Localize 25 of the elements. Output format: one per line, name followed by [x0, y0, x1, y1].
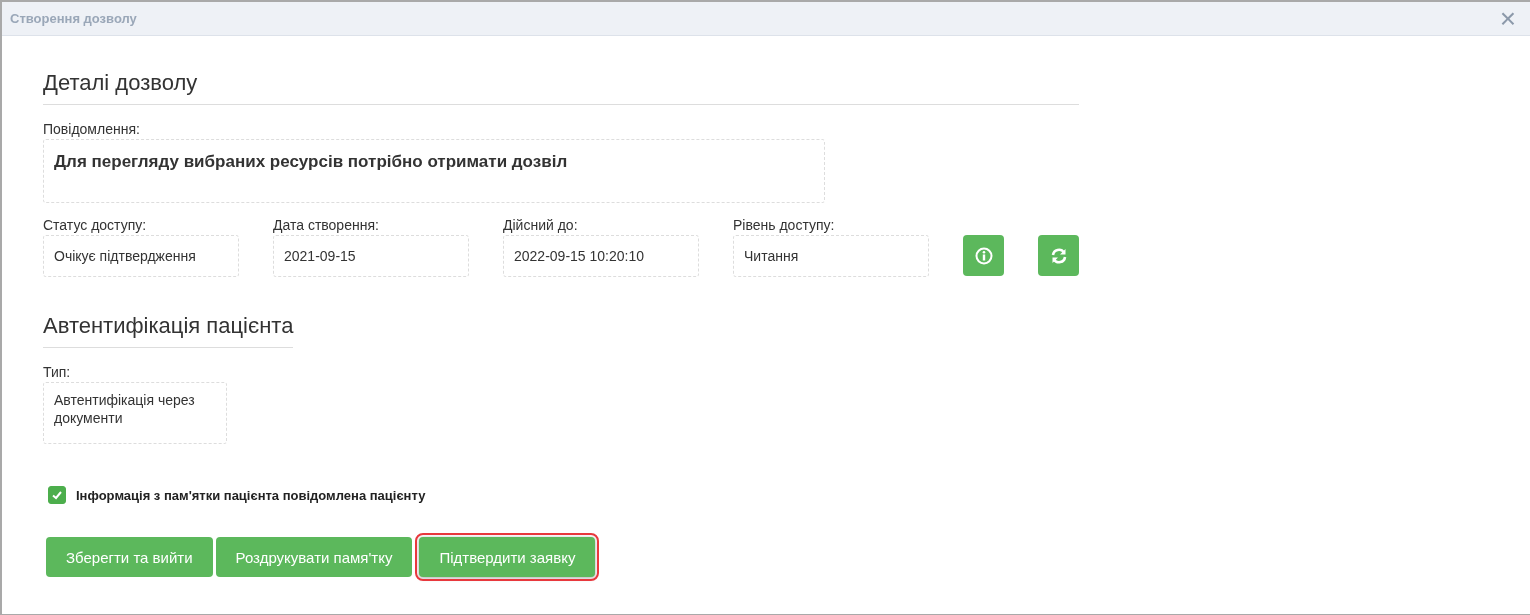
field-label: Повідомлення: — [43, 121, 141, 137]
field-value: Читання — [733, 235, 929, 277]
checkbox[interactable] — [48, 486, 66, 504]
action-button[interactable]: Зберегти та вийти — [46, 537, 213, 577]
field-label: Дата створення: — [273, 217, 380, 233]
info-icon — [974, 246, 993, 265]
field-label: Тип: — [43, 364, 72, 380]
refresh-button[interactable] — [1038, 235, 1079, 276]
action-button[interactable]: Роздрукувати памя'тку — [215, 537, 413, 577]
refresh-icon — [1049, 246, 1068, 265]
section-heading: Автентифікація пацієнта — [43, 313, 293, 348]
section-heading: Деталі дозволу — [43, 70, 1079, 105]
message-text: Для перегляду вибраних ресурсів потрібно отримати дозвіл — [54, 152, 568, 171]
info-button[interactable] — [963, 235, 1004, 276]
checkmark-icon — [51, 489, 63, 501]
close-button[interactable]: × — [1499, 4, 1516, 33]
field-value: 2022-09-15 10:20:10 — [503, 235, 699, 277]
field-value: 2021-09-15 — [273, 235, 469, 277]
field-label: Дійсний до: — [503, 217, 579, 233]
field-label: Статус доступу: — [43, 217, 148, 233]
field-label: Рівень доступу: — [733, 217, 836, 233]
window-title: Створення дозволу — [10, 11, 137, 26]
field-value: Автентифікація через документи — [43, 382, 227, 444]
field-value: Очікує підтвердження — [43, 235, 239, 277]
checkbox-label: Інформація з пам'ятки пацієнта повідомлена пацієнту — [76, 487, 426, 503]
